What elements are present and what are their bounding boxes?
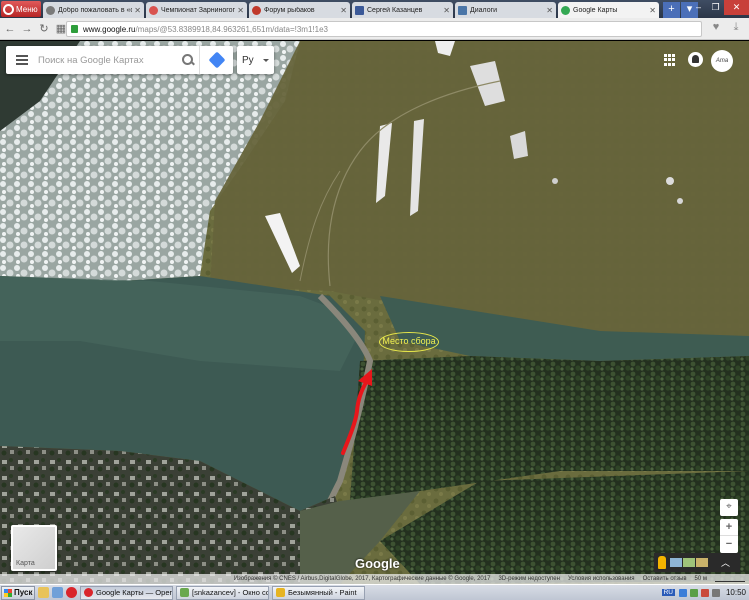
browser-tab[interactable]: Чемпионат Зарниногого ✕ [146, 2, 247, 18]
browser-tab-strip: Меню Добро пожаловать в «с ✕ Чемпионат З… [0, 0, 749, 18]
chevron-down-icon [263, 58, 269, 62]
antivirus-icon[interactable] [689, 588, 698, 597]
compass-icon[interactable]: ⌖ [720, 499, 738, 516]
taskbar-window-button[interactable]: Google Карты — Opera [80, 585, 173, 600]
menu-icon[interactable] [6, 54, 38, 66]
taskbar-window-title: [snkazancev] - Окно соо... [192, 588, 268, 597]
imagery-attribution: Изображения © CNES / Airbus,DigitalGlobe… [233, 576, 491, 582]
terms-link[interactable]: Условия использования [568, 576, 635, 582]
directions-icon [208, 51, 225, 69]
close-tab-icon[interactable]: ✕ [546, 6, 553, 15]
close-tab-icon[interactable]: ✕ [134, 6, 141, 15]
layer-label: Карта [16, 560, 35, 567]
browser-tab-active[interactable]: Google Карты ✕ [558, 2, 659, 18]
quick-launch-icon[interactable] [52, 587, 63, 598]
close-window-icon[interactable]: ✕ [724, 0, 749, 15]
globe-icon [46, 5, 55, 15]
input-language-indicator[interactable]: RU [661, 589, 675, 596]
browser-tab[interactable]: Форум рыбаков ✕ [249, 2, 350, 18]
facebook-icon [355, 5, 364, 15]
map-footer: Изображения © CNES / Airbus,DigitalGlobe… [0, 574, 749, 584]
google-maps-icon [561, 5, 570, 15]
new-tab-button[interactable]: + [663, 2, 680, 18]
opera-icon[interactable] [66, 587, 77, 598]
clock[interactable]: 10:50 [726, 588, 746, 597]
network-icon[interactable] [678, 588, 687, 597]
start-button[interactable]: Пуск [1, 585, 35, 600]
tab-title: Добро пожаловать в «с [58, 6, 133, 14]
windows-taskbar: Пуск Google Карты — Opera [snkazancev] -… [0, 584, 749, 600]
pegman-icon[interactable] [658, 556, 666, 569]
opera-logo-icon [3, 3, 14, 15]
url-field[interactable]: www.google.ru /maps/@53.8389918,84.96326… [66, 21, 702, 37]
chevron-up-icon[interactable]: ︿ [721, 556, 730, 569]
heart-icon[interactable]: ♥ [708, 21, 724, 37]
language-label: Ру [242, 54, 254, 66]
scale-label: 50 м [694, 576, 707, 582]
taskbar-window-title: Безымянный - Paint [288, 588, 357, 597]
close-tab-icon[interactable]: ✕ [649, 6, 656, 15]
zoom-out-button[interactable]: − [720, 536, 738, 553]
imagery-thumbnails[interactable] [670, 558, 709, 567]
address-bar: ← → ↻ ▦ www.google.ru /maps/@53.8389918,… [0, 18, 749, 40]
close-tab-icon[interactable]: ✕ [340, 6, 347, 15]
zoom-in-button[interactable]: + [720, 519, 738, 536]
tab-title: Форум рыбаков [264, 6, 315, 14]
minimize-window-icon[interactable]: – [690, 0, 707, 15]
taskbar-window-title: Google Карты — Opera [96, 588, 173, 597]
close-tab-icon[interactable]: ✕ [443, 6, 450, 15]
notifications-icon[interactable] [688, 52, 703, 67]
search-input[interactable] [38, 48, 177, 72]
map-layer-toggle[interactable]: Карта [11, 525, 57, 571]
google-logo: Google [355, 556, 400, 571]
browser-tab[interactable]: Сергей Казанцев ✕ [352, 2, 453, 18]
maps-search-box [6, 46, 233, 74]
system-tray: RU 10:50 [661, 585, 749, 600]
satellite-map[interactable]: Ру Ama Место сбора Google Карта ⌖ + − ︿ … [0, 41, 749, 584]
lock-icon [71, 25, 78, 33]
taskbar-window-button[interactable]: Безымянный - Paint [272, 585, 365, 600]
message-window-icon [180, 588, 189, 597]
maximize-window-icon[interactable]: ❐ [707, 0, 724, 15]
tray-app-icon[interactable] [700, 588, 709, 597]
feedback-link[interactable]: Оставить отзыв [643, 576, 687, 582]
reload-icon[interactable]: ↻ [37, 22, 51, 35]
apps-grid-icon[interactable] [664, 54, 676, 66]
opera-menu-label: Меню [16, 4, 38, 14]
scale-bar [715, 576, 745, 582]
tab-title: Диалоги [470, 6, 498, 14]
tab-title: Сергей Казанцев [367, 6, 423, 14]
meeting-point-label: Место сбора [379, 332, 439, 352]
browser-tab[interactable]: Диалоги ✕ [455, 2, 556, 18]
tab-title: Google Карты [573, 6, 618, 14]
search-icon[interactable] [177, 48, 199, 72]
url-path: /maps/@53.8389918,84.963261,651m/data=!3… [135, 24, 328, 34]
site-favicon-icon [149, 5, 158, 15]
opera-menu-button[interactable]: Меню [1, 1, 41, 17]
opera-icon [84, 588, 93, 597]
3d-mode-notice: 3D-режим недоступен [498, 576, 560, 582]
folder-icon[interactable] [38, 587, 49, 598]
start-label: Пуск [14, 588, 33, 597]
zoom-controls: + − [720, 519, 738, 553]
forward-arrow-icon[interactable]: → [20, 23, 34, 35]
avatar[interactable]: Ama [711, 50, 733, 72]
language-selector[interactable]: Ру [237, 46, 274, 74]
close-tab-icon[interactable]: ✕ [237, 6, 244, 15]
back-arrow-icon[interactable]: ← [3, 23, 17, 35]
vk-icon [458, 5, 467, 15]
satellite-imagery [0, 41, 749, 584]
volume-icon[interactable] [711, 588, 720, 597]
tab-title: Чемпионат Зарниногого [161, 6, 236, 14]
street-view-strip[interactable]: ︿ [654, 553, 740, 572]
download-icon[interactable]: ⤓ [728, 21, 744, 37]
url-host: www.google.ru [83, 24, 136, 34]
site-favicon-icon [252, 5, 261, 15]
windows-logo-icon [4, 588, 12, 597]
directions-button[interactable] [199, 46, 233, 74]
taskbar-window-button[interactable]: [snkazancev] - Окно соо... [176, 585, 269, 600]
browser-tab[interactable]: Добро пожаловать в «с ✕ [43, 2, 144, 18]
paint-icon [276, 588, 285, 597]
